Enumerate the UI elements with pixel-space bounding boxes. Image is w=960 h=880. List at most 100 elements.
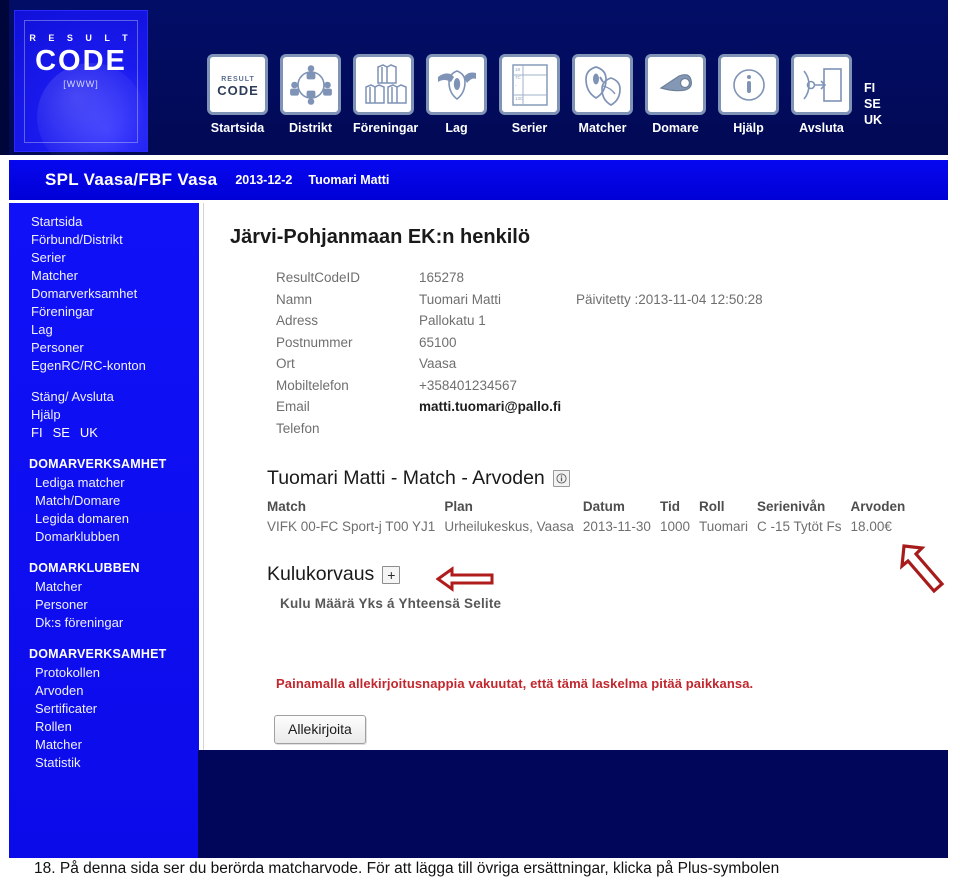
sidebar-item-sertificater[interactable]: Sertificater (9, 700, 199, 718)
page-title: Järvi-Pohjanmaan EK:n henkilö (230, 226, 531, 248)
svg-text:7C: 7C (515, 75, 522, 80)
arvoden-heading-text: Tuomari Matti - Match - Arvoden (267, 467, 545, 489)
shield-banner-icon[interactable] (426, 54, 487, 115)
header-spacer (690, 499, 699, 519)
toolbar-label: Startsida (210, 121, 265, 135)
toolbar-item-startsida[interactable]: RESULT CODE Startsida (207, 54, 268, 135)
sidebar-item-rollen[interactable]: Rollen (9, 718, 199, 736)
field-extra (576, 375, 763, 397)
sidebar-item-personer[interactable]: Personer (9, 339, 199, 357)
whistle-icon[interactable] (645, 54, 706, 115)
two-shields-icon[interactable] (572, 54, 633, 115)
banner-lang-se[interactable]: SE (864, 96, 882, 112)
sidebar-item-protokollen[interactable]: Protokollen (9, 664, 199, 682)
kulukorvaus-column-headers: Kulu Määrä Yks á Yhteensä Selite (280, 596, 502, 611)
field-label: Namn (276, 291, 313, 307)
cell-arvoden: 18.00€ (850, 519, 892, 534)
sidebar-item-lag[interactable]: Lag (9, 321, 199, 339)
sidebar-item-dk-foreningar[interactable]: Dk:s föreningar (9, 614, 199, 632)
sidebar-item-arvoden[interactable]: Arvoden (9, 682, 199, 700)
field-value: Tuomari Matti (419, 291, 502, 307)
cell-spacer (574, 519, 583, 534)
svg-text:CODE: CODE (217, 83, 259, 98)
toolbar-item-hjalp[interactable]: Hjälp (718, 54, 779, 135)
sidebar-item-legida-domaren[interactable]: Legida domaren (9, 510, 199, 528)
toolbar-label: Hjälp (733, 121, 764, 135)
screenshot-root: R E S U L T CODE [WWW] RESULT CODE Start… (0, 0, 960, 880)
sidebar-item-match-domare[interactable]: Match/Domare (9, 492, 199, 510)
toolbar-item-foreningar[interactable]: Föreningar (353, 54, 418, 135)
sidebar-group-title-domarklubben: DOMARKLUBBEN (29, 561, 140, 575)
email-value: matti.tuomari@pallo.fi (419, 399, 562, 414)
add-kulukorvaus-button[interactable]: + (382, 565, 401, 584)
app-logo[interactable]: R E S U L T CODE [WWW] (14, 10, 148, 155)
sidebar-item-serier[interactable]: Serier (9, 249, 199, 267)
sidebar-lang-se[interactable]: SE (53, 424, 70, 442)
sidebar-item-egenrc[interactable]: EgenRC/RC-konton (9, 357, 199, 375)
toolbar-item-matcher[interactable]: Matcher (572, 54, 633, 135)
jerseys-icon[interactable] (353, 54, 414, 115)
field-extra (576, 332, 763, 354)
sidebar-group-title-domarverksamhet-1: DOMARVERKSAMHET (29, 457, 167, 471)
sidebar-item-hjalp[interactable]: Hjälp (9, 406, 199, 424)
header-spacer (842, 499, 851, 519)
banner-lang-uk[interactable]: UK (864, 112, 882, 128)
resultcode-logo-icon[interactable]: RESULT CODE (207, 54, 268, 115)
field-extra (576, 310, 763, 332)
red-diagonal-arrow-icon (900, 544, 945, 594)
banner-lang-fi[interactable]: FI (864, 80, 882, 96)
cell-spacer (651, 519, 660, 534)
exit-door-icon[interactable] (791, 54, 852, 115)
toolbar-item-distrikt[interactable]: Distrikt (280, 54, 341, 135)
sidebar-item-domarverksamhet[interactable]: Domarverksamhet (9, 285, 199, 303)
sidebar-lang-fi[interactable]: FI (31, 424, 43, 442)
sub-header-bar: SPL Vaasa/FBF Vasa 2013-12-2 Tuomari Mat… (9, 160, 948, 200)
allekirjoita-button[interactable]: Allekirjoita (274, 715, 366, 744)
main-content-panel: Järvi-Pohjanmaan EK:n henkilö ResultCode… (203, 203, 947, 750)
svg-text:18: 18 (515, 67, 521, 72)
field-label: Telefon (276, 420, 320, 436)
logged-in-user: Tuomari Matti (308, 173, 390, 187)
people-circle-icon-svg (289, 64, 332, 105)
sidebar-item-domarklubben[interactable]: Domarklubben (9, 528, 199, 546)
table-header-row: Match Plan Datum Tid Roll Serienivån Arv… (267, 499, 905, 519)
toolbar-item-lag[interactable]: Lag (426, 54, 487, 135)
sidebar-item-dk-matcher[interactable]: Matcher (9, 578, 199, 596)
info-circle-icon[interactable] (718, 54, 779, 115)
field-label: Mobiltelefon (276, 377, 349, 393)
cell-spacer (842, 519, 851, 534)
toolbar-item-domare[interactable]: Domare (645, 54, 706, 135)
table-chart-icon[interactable]: 18 7C - 13C (499, 54, 560, 115)
field-extra (576, 418, 763, 440)
info-circle-icon-svg (556, 473, 567, 484)
sidebar-language-switcher: FI SE UK (9, 424, 199, 442)
sidebar-item-dk-personer[interactable]: Personer (9, 596, 199, 614)
sidebar-item-lediga-matcher[interactable]: Lediga matcher (9, 474, 199, 492)
main-toolbar: RESULT CODE Startsida Distrikt Föreninga… (207, 54, 852, 135)
table-row[interactable]: VIFK 00-FC Sport-j T00 YJ1 Urheilukeskus… (267, 519, 905, 534)
toolbar-label: Domare (652, 121, 699, 135)
two-shields-icon-svg (584, 65, 621, 106)
field-extra (576, 396, 763, 418)
kulukorvaus-heading-text: Kulukorvaus (267, 563, 375, 585)
toolbar-item-serier[interactable]: 18 7C - 13C Serier (499, 54, 560, 135)
sidebar-item-statistik[interactable]: Statistik (9, 754, 199, 772)
table-row: Mobiltelefon +358401234567 (276, 375, 763, 397)
banner-language-switcher: FI SE UK (864, 80, 882, 128)
svg-text:-: - (515, 83, 517, 88)
column-header-tid: Tid (659, 499, 680, 514)
current-date: 2013-12-2 (235, 173, 293, 187)
toolbar-item-avsluta[interactable]: Avsluta (791, 54, 852, 135)
sidebar-item-foreningar[interactable]: Föreningar (9, 303, 199, 321)
bottom-navy-strip (198, 750, 948, 858)
sidebar-item-matcher[interactable]: Matcher (9, 267, 199, 285)
sidebar-item-forbund-distrikt[interactable]: Förbund/Distrikt (9, 231, 199, 249)
info-circle-icon[interactable] (552, 470, 570, 487)
sidebar-item-startsida[interactable]: Startsida (9, 213, 199, 231)
sidebar-lang-uk[interactable]: UK (80, 424, 98, 442)
svg-text:RESULT: RESULT (221, 76, 254, 83)
sidebar-item-stang-avsluta[interactable]: Stäng/ Avsluta (9, 388, 199, 406)
people-circle-icon[interactable] (280, 54, 341, 115)
field-value: 165278 (419, 270, 465, 285)
sidebar-item-dv-matcher[interactable]: Matcher (9, 736, 199, 754)
